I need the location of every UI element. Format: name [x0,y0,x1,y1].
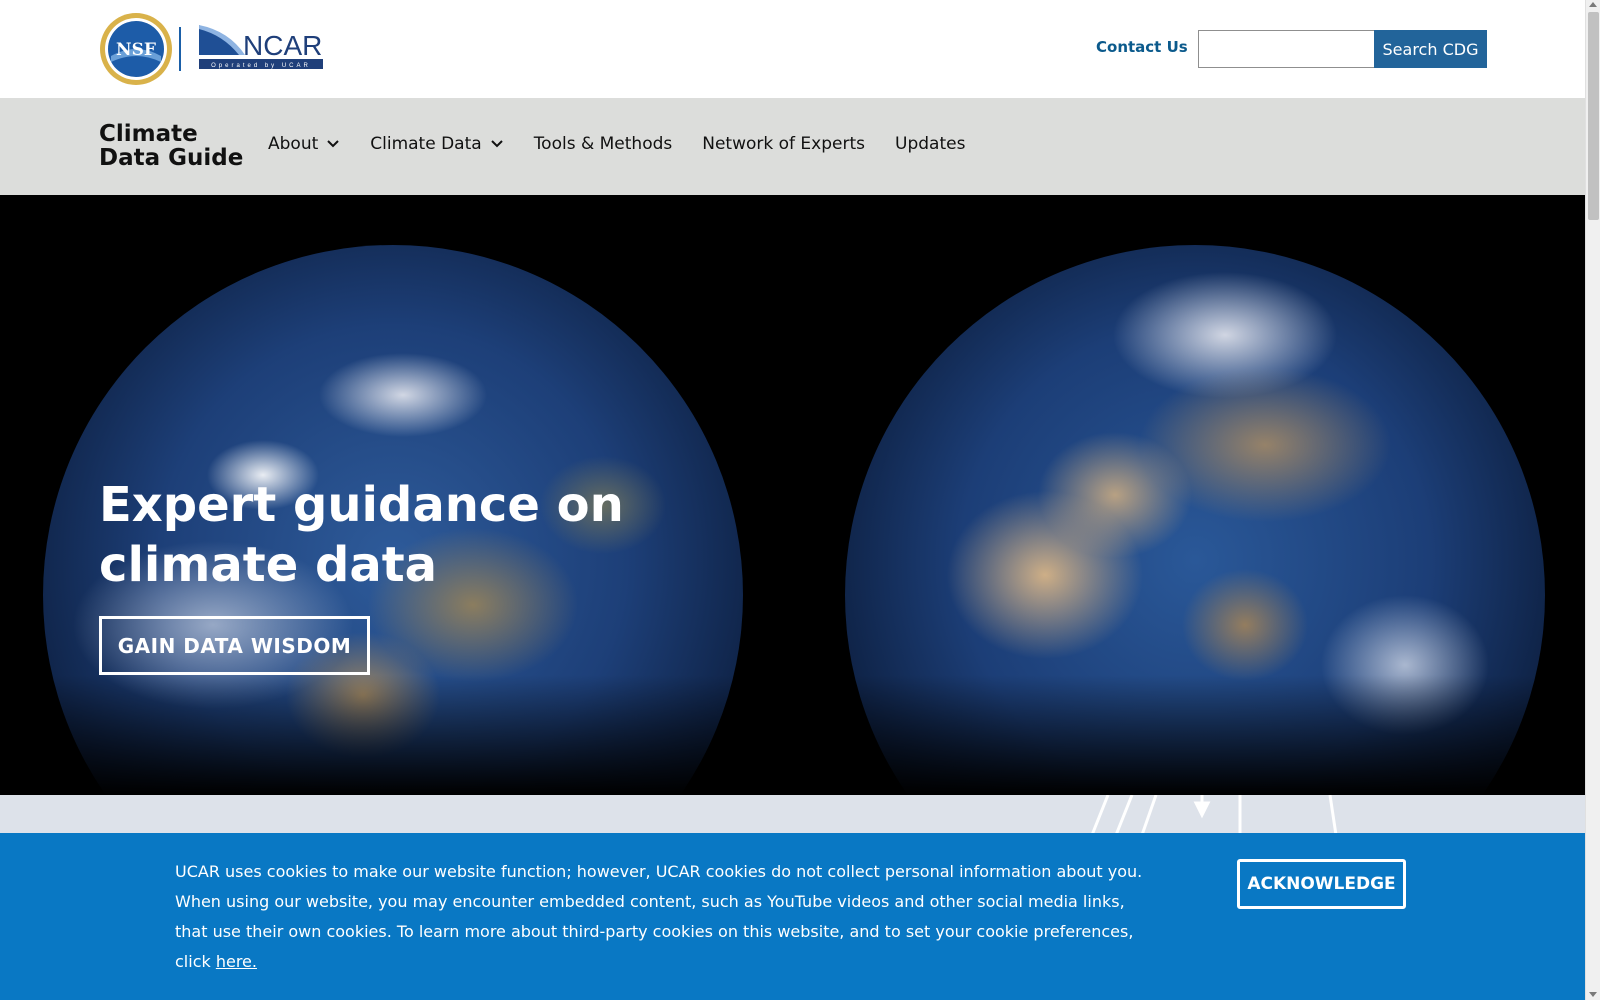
main-nav: Climate Data Guide About Climate Data To… [0,98,1585,195]
scroll-down-arrow-icon[interactable] [1589,992,1597,997]
nav-item-label: Climate Data [370,134,482,154]
search-input[interactable] [1198,30,1374,68]
nav-item-updates[interactable]: Updates [895,134,965,154]
nav-items: About Climate Data Tools & Methods Netwo… [268,134,995,154]
logo-divider [179,27,181,71]
nav-item-label: Network of Experts [702,134,865,154]
acknowledge-button[interactable]: ACKNOWLEDGE [1237,859,1406,909]
ncar-logo-icon[interactable]: NCAR Operated by UCAR [199,25,325,73]
chevron-down-icon [490,140,503,148]
site-title-line1: Climate [99,121,198,147]
nav-item-climate-data[interactable]: Climate Data [370,134,503,154]
ncar-logo-text: NCAR [243,30,322,61]
hero-fade-overlay [0,675,1585,795]
nsf-logo-text: NSF [116,40,156,60]
cookie-message: UCAR uses cookies to make our website fu… [175,857,1145,977]
top-header: NSF NCAR Operated by UCAR Contact Us Sea… [0,0,1585,98]
chevron-down-icon [327,140,339,148]
nav-item-label: Updates [895,134,966,154]
nav-item-label: Tools & Methods [533,134,673,154]
scroll-up-arrow-icon[interactable] [1589,2,1597,7]
nsf-logo-icon[interactable]: NSF [99,12,173,86]
content-band [0,795,1585,835]
site-title-line2: Data Guide [99,145,244,171]
nav-item-tools-methods[interactable]: Tools & Methods [534,134,673,154]
scroll-thumb[interactable] [1588,12,1599,220]
hero-banner: Expert guidance on climate data GAIN DAT… [0,195,1585,795]
search-button[interactable]: Search CDG [1374,30,1487,68]
cookie-message-text: UCAR uses cookies to make our website fu… [175,862,1143,971]
site-title[interactable]: Climate Data Guide [99,122,243,170]
decorative-lines-icon [1090,795,1338,835]
hero-title: Expert guidance on climate data [99,477,624,593]
page-scrollbar[interactable] [1585,0,1600,1000]
nav-item-label: About [268,134,319,154]
gain-data-wisdom-button[interactable]: GAIN DATA WISDOM [99,616,370,675]
nav-item-network-of-experts[interactable]: Network of Experts [702,134,865,154]
logo-group: NSF NCAR Operated by UCAR [99,12,325,86]
cookie-banner: UCAR uses cookies to make our website fu… [0,833,1585,1000]
ncar-logo-tagline: Operated by UCAR [211,63,311,69]
nav-item-about[interactable]: About [268,134,340,154]
cookie-preferences-link[interactable]: here. [216,952,257,971]
contact-us-link[interactable]: Contact Us [1096,38,1188,56]
